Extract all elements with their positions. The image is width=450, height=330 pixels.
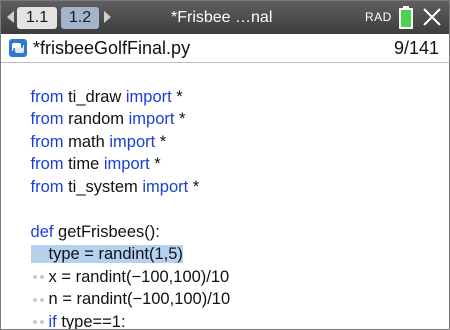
code-line-6-blank[interactable] xyxy=(1,176,449,199)
line-position-indicator: 9/141 xyxy=(393,38,439,58)
code-line-1[interactable]: from ti_draw import * xyxy=(1,63,449,106)
code-line-7[interactable]: def getFrisbees(): xyxy=(1,198,449,241)
code-line-8-current[interactable]: type = randint(1,5) xyxy=(1,221,449,263)
tab-page-1-2[interactable]: 1.2 xyxy=(61,7,99,29)
code-line-5[interactable]: from ti_system import * xyxy=(1,153,449,196)
angle-mode-indicator: RAD xyxy=(365,10,392,24)
battery-icon xyxy=(399,8,413,29)
code-line-3[interactable]: from math import * xyxy=(1,108,449,151)
code-line-11[interactable]: if type==1: xyxy=(1,288,449,329)
keyword-if: if xyxy=(48,312,57,330)
calculator-screen: 1.1 1.2 *Frisbee …nal RAD *frisbeeGolfFi… xyxy=(0,0,450,330)
previous-page-arrow-icon[interactable] xyxy=(7,11,14,23)
title-bar: 1.1 1.2 *Frisbee …nal RAD xyxy=(1,1,449,34)
code-line-2[interactable]: from random import * xyxy=(1,86,449,128)
document-title: *Frisbee …nal xyxy=(171,9,273,26)
code-line-9[interactable]: x = randint(−100,100)/10 xyxy=(1,243,449,286)
python-file-icon xyxy=(9,39,27,57)
tab-page-1-1[interactable]: 1.1 xyxy=(17,7,57,29)
next-page-arrow-icon[interactable] xyxy=(104,11,111,23)
file-name: *frisbeeGolfFinal.py xyxy=(33,38,191,58)
condition: type==1: xyxy=(56,312,126,330)
code-editor[interactable]: from ti_draw import * from random import… xyxy=(1,63,449,329)
file-header: *frisbeeGolfFinal.py 9/141 xyxy=(1,34,449,63)
code-line-10[interactable]: n = randint(−100,100)/10 xyxy=(1,266,449,308)
close-icon[interactable] xyxy=(421,6,443,28)
indent-dots-icon xyxy=(31,317,49,327)
code-line-4[interactable]: from time import * xyxy=(1,131,449,173)
